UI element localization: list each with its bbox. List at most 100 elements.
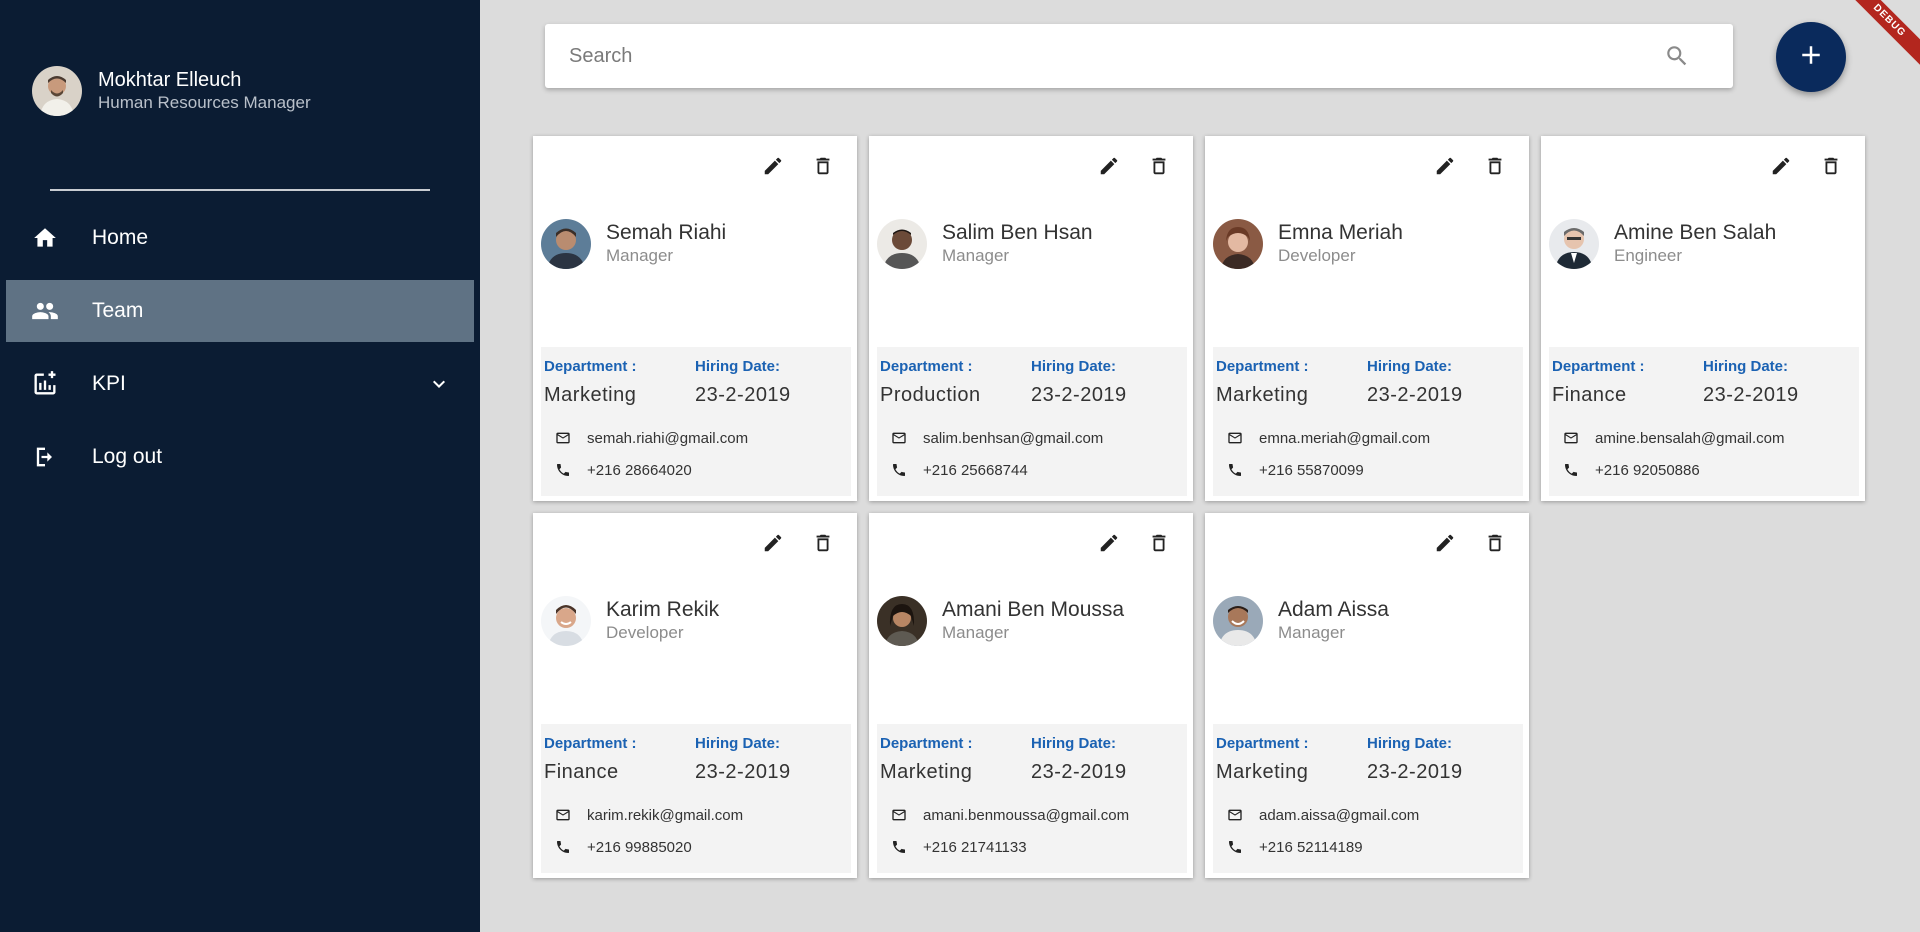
employee-card: Adam Aissa Manager Department : Hiring D… [1205, 513, 1529, 878]
employee-role: Manager [942, 623, 1010, 642]
edit-icon[interactable] [1767, 152, 1795, 180]
employee-card: Amine Ben Salah Engineer Department : Hi… [1541, 136, 1865, 501]
phone-icon [1225, 837, 1245, 857]
department-value: Marketing [1216, 761, 1309, 783]
employee-name: Salim Ben Hsan [942, 221, 1093, 244]
employee-email[interactable]: adam.aissa@gmail.com [1259, 807, 1419, 824]
employee-email[interactable]: semah.riahi@gmail.com [587, 430, 748, 447]
search-icon[interactable] [1661, 40, 1693, 72]
employee-role: Developer [606, 623, 684, 642]
delete-icon[interactable] [1481, 529, 1509, 557]
edit-icon[interactable] [1431, 529, 1459, 557]
delete-icon[interactable] [1817, 152, 1845, 180]
phone-icon [889, 837, 909, 857]
employee-email[interactable]: amine.bensalah@gmail.com [1595, 430, 1785, 447]
employee-phone[interactable]: +216 55870099 [1259, 462, 1364, 479]
edit-icon[interactable] [1431, 152, 1459, 180]
delete-icon[interactable] [1145, 152, 1173, 180]
hiring-date-value: 23-2-2019 [695, 761, 791, 783]
kpi-icon [28, 367, 62, 401]
mail-icon [553, 805, 573, 825]
employee-name: Amani Ben Moussa [942, 598, 1125, 621]
employee-phone[interactable]: +216 25668744 [923, 462, 1028, 479]
search-bar [545, 24, 1733, 88]
delete-icon[interactable] [809, 529, 837, 557]
avatar [541, 596, 591, 646]
user-avatar [32, 66, 82, 116]
department-value: Finance [544, 761, 619, 783]
hiring-date-value: 23-2-2019 [1367, 384, 1463, 406]
employee-card: Semah Riahi Manager Department : Hiring … [533, 136, 857, 501]
team-icon [28, 294, 62, 328]
avatar [1549, 219, 1599, 269]
home-icon [28, 221, 62, 255]
phone-icon [1561, 460, 1581, 480]
delete-icon[interactable] [1481, 152, 1509, 180]
department-label: Department : [544, 358, 637, 375]
avatar [877, 219, 927, 269]
employee-phone[interactable]: +216 21741133 [923, 839, 1027, 856]
employee-details: Department : Hiring Date: Marketing 23-2… [877, 724, 1187, 873]
employee-phone[interactable]: +216 99885020 [587, 839, 692, 856]
employee-name: Karim Rekik [606, 598, 720, 621]
mail-icon [553, 428, 573, 448]
employee-role: Manager [942, 246, 1010, 265]
avatar [877, 596, 927, 646]
hiring-date-label: Hiring Date: [1031, 735, 1117, 752]
employee-phone[interactable]: +216 28664020 [587, 462, 692, 479]
sidebar-divider [50, 189, 430, 191]
department-label: Department : [1216, 358, 1309, 375]
hiring-date-label: Hiring Date: [1703, 358, 1789, 375]
phone-icon [553, 460, 573, 480]
department-label: Department : [880, 358, 973, 375]
employee-phone[interactable]: +216 92050886 [1595, 462, 1700, 479]
chevron-down-icon[interactable] [422, 367, 456, 401]
mail-icon [889, 805, 909, 825]
employee-phone[interactable]: +216 52114189 [1259, 839, 1363, 856]
edit-icon[interactable] [759, 529, 787, 557]
hiring-date-label: Hiring Date: [695, 735, 781, 752]
employee-name: Emna Meriah [1278, 221, 1403, 244]
hiring-date-value: 23-2-2019 [695, 384, 791, 406]
delete-icon[interactable] [1145, 529, 1173, 557]
search-input[interactable] [545, 24, 1661, 88]
department-value: Marketing [880, 761, 973, 783]
hiring-date-value: 23-2-2019 [1367, 761, 1463, 783]
user-name: Mokhtar Elleuch [98, 69, 242, 91]
mail-icon [889, 428, 909, 448]
employee-card: Emna Meriah Developer Department : Hirin… [1205, 136, 1529, 501]
edit-icon[interactable] [1095, 529, 1123, 557]
employee-details: Department : Hiring Date: Finance 23-2-2… [1549, 347, 1859, 496]
department-value: Finance [1552, 384, 1627, 406]
employee-details: Department : Hiring Date: Marketing 23-2… [1213, 724, 1523, 873]
department-label: Department : [880, 735, 973, 752]
employee-email[interactable]: amani.benmoussa@gmail.com [923, 807, 1129, 824]
mail-icon [1225, 805, 1245, 825]
edit-icon[interactable] [759, 152, 787, 180]
sidebar-item-logout[interactable]: Log out [6, 426, 474, 488]
sidebar-item-home[interactable]: Home [6, 207, 474, 269]
hiring-date-label: Hiring Date: [1367, 358, 1453, 375]
sidebar-item-team[interactable]: Team [6, 280, 474, 342]
employee-role: Manager [1278, 623, 1346, 642]
add-employee-button[interactable] [1776, 22, 1846, 92]
employee-card: Amani Ben Moussa Manager Department : Hi… [869, 513, 1193, 878]
employee-card: Salim Ben Hsan Manager Department : Hiri… [869, 136, 1193, 501]
hiring-date-value: 23-2-2019 [1031, 761, 1127, 783]
edit-icon[interactable] [1095, 152, 1123, 180]
sidebar-item-kpi[interactable]: KPI [6, 353, 474, 415]
user-role: Human Resources Manager [98, 93, 311, 112]
hiring-date-label: Hiring Date: [1031, 358, 1117, 375]
avatar [1213, 219, 1263, 269]
department-label: Department : [1216, 735, 1309, 752]
delete-icon[interactable] [809, 152, 837, 180]
employee-email[interactable]: emna.meriah@gmail.com [1259, 430, 1430, 447]
sidebar-nav: Home Team KPI Log out [6, 207, 474, 499]
department-label: Department : [1552, 358, 1645, 375]
debug-banner: DEBUG [1836, 0, 1920, 74]
employee-grid: Semah Riahi Manager Department : Hiring … [533, 136, 1865, 878]
employee-email[interactable]: salim.benhsan@gmail.com [923, 430, 1103, 447]
user-profile: Mokhtar Elleuch Human Resources Manager [32, 66, 311, 116]
employee-email[interactable]: karim.rekik@gmail.com [587, 807, 743, 824]
hiring-date-value: 23-2-2019 [1031, 384, 1127, 406]
